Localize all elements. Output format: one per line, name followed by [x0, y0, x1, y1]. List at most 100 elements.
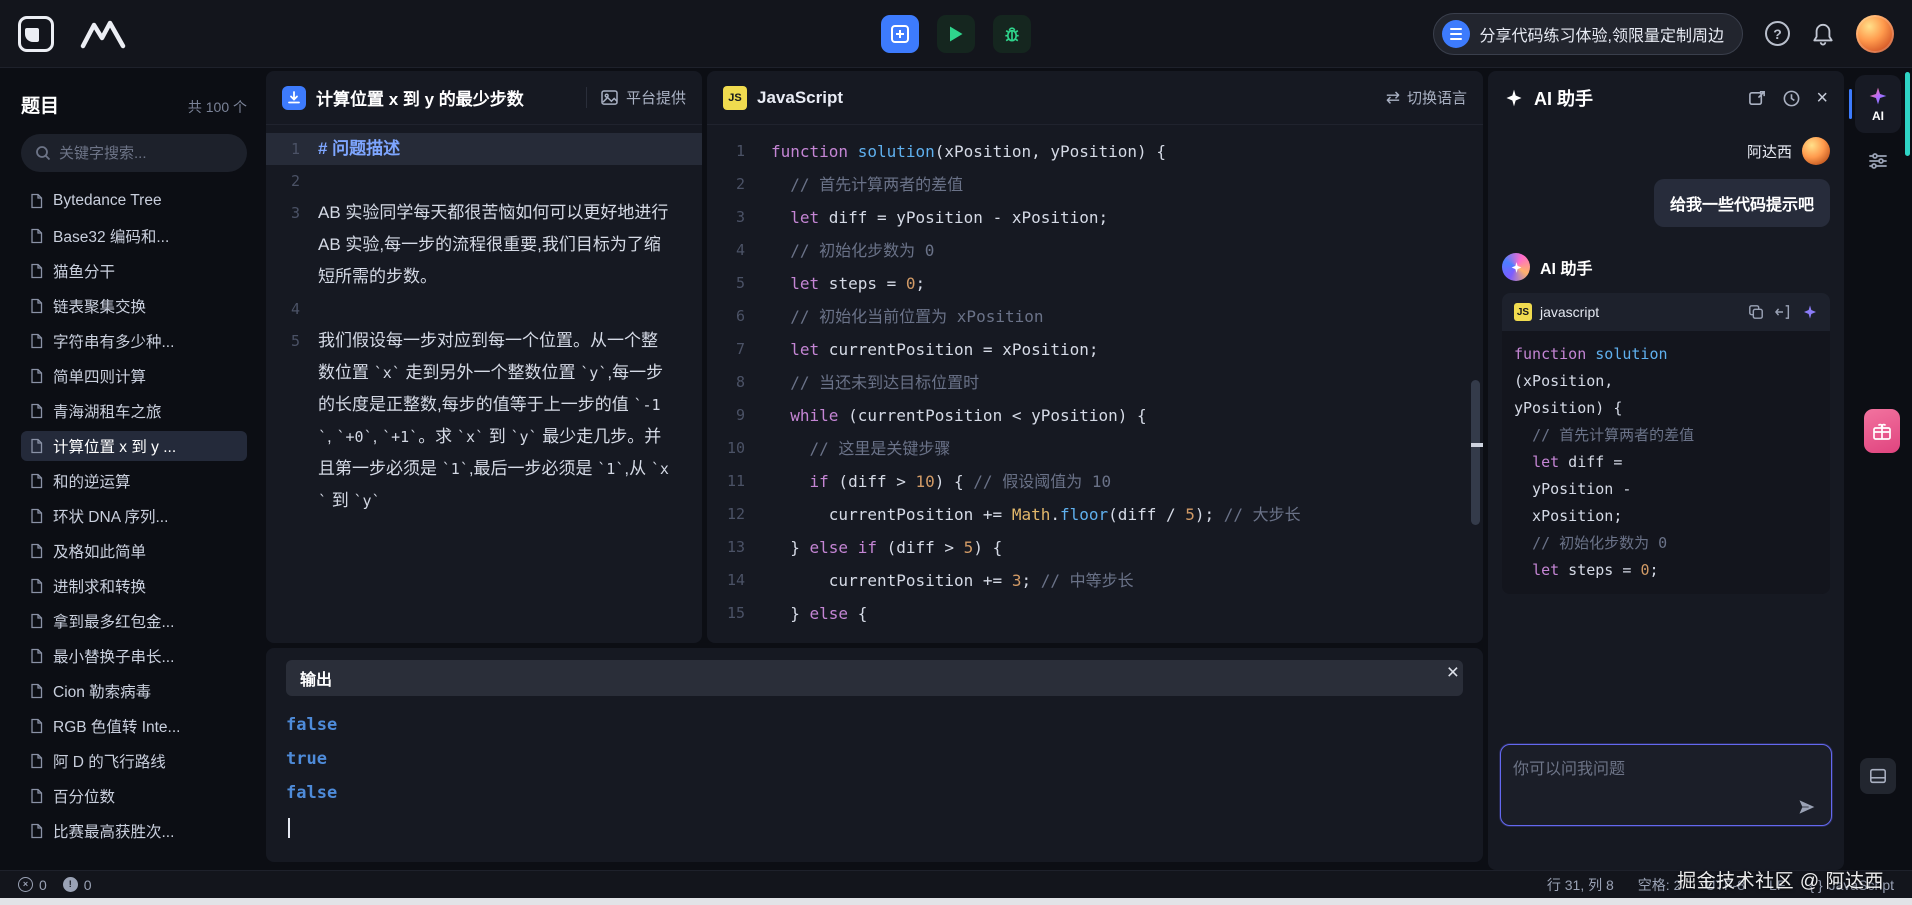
sidebar-item[interactable]: 和的逆运算: [21, 466, 247, 496]
workspace: 计算位置 x 到 y 的最少步数 平台提供 1# 问题描述23AB 实验同学每天…: [266, 71, 1483, 870]
export-chat-icon[interactable]: [1748, 89, 1767, 108]
send-icon[interactable]: [1797, 797, 1817, 817]
switch-language-button[interactable]: ⇄ 切换语言: [1386, 87, 1467, 108]
sparkle-icon: [1504, 88, 1524, 108]
indent-setting[interactable]: 空格: 2: [1638, 875, 1682, 895]
javascript-badge-icon: JS: [723, 86, 747, 110]
sidebar-title: 题目: [21, 91, 59, 118]
search-box[interactable]: [21, 134, 247, 172]
error-circle-icon: ×: [18, 877, 33, 892]
sidebar-item[interactable]: 百分位数: [21, 781, 247, 811]
ai-code-block: JS javascript function solut: [1502, 293, 1830, 594]
sidebar-item[interactable]: 比赛最高获胜次...: [21, 816, 247, 846]
sidebar-item[interactable]: 拿到最多红包金...: [21, 606, 247, 636]
sidebar-item[interactable]: 字符串有多少种...: [21, 326, 247, 356]
settings-sliders-icon[interactable]: [1868, 151, 1888, 171]
search-input[interactable]: [59, 145, 233, 162]
code-line: 13 } else if (diff > 5) {: [707, 531, 1483, 564]
ai-close-icon[interactable]: ×: [1816, 88, 1828, 108]
output-cursor: [288, 818, 290, 838]
ai-question-input[interactable]: [1513, 755, 1819, 801]
help-button[interactable]: ?: [1765, 21, 1790, 46]
problem-title: 计算位置 x 到 y 的最少步数: [316, 85, 576, 110]
code-line: 2 // 首先计算两者的差值: [707, 168, 1483, 201]
problems-warnings[interactable]: ! 0: [63, 877, 92, 893]
debug-button[interactable]: [993, 15, 1031, 53]
output-close-icon[interactable]: ×: [1447, 662, 1459, 683]
question-icon: ?: [1773, 26, 1782, 42]
sidebar-item[interactable]: RGB 色值转 Inte...: [21, 711, 247, 741]
ai-code-lines: function solution(xPosition,yPosition) {…: [1502, 331, 1830, 594]
file-icon: [29, 613, 44, 629]
share-banner[interactable]: 分享代码练习体验,领限量定制周边: [1433, 13, 1743, 55]
plus-square-icon: [890, 24, 910, 44]
file-icon: [29, 333, 44, 349]
sidebar-item[interactable]: 简单四则计算: [21, 361, 247, 391]
sidebar-item[interactable]: 链表聚集交换: [21, 291, 247, 321]
sidebar-item-label: 进制求和转换: [53, 575, 146, 597]
sidebar-item[interactable]: 猫鱼分干: [21, 256, 247, 286]
magic-apply-icon[interactable]: [1802, 304, 1818, 320]
status-bar: × 0 ! 0 行 31, 列 8 空格: 2 UTF-8 LF { } Jav…: [0, 870, 1912, 898]
edge-scroll-indicator: [1905, 72, 1910, 156]
sidebar-item-label: 百分位数: [53, 785, 115, 807]
editor-header: JS JavaScript ⇄ 切换语言: [707, 71, 1483, 125]
sidebar-item[interactable]: 进制求和转换: [21, 571, 247, 601]
warning-circle-icon: !: [63, 877, 78, 892]
user-name: 阿达西: [1747, 141, 1792, 162]
ai-input-box[interactable]: [1500, 744, 1832, 826]
history-icon[interactable]: [1782, 89, 1801, 108]
promo-gift-badge[interactable]: [1864, 409, 1900, 453]
mountain-logo-icon[interactable]: [80, 19, 126, 49]
file-icon: [29, 543, 44, 559]
output-tab[interactable]: 输出: [286, 660, 1463, 696]
notifications-button[interactable]: [1812, 22, 1834, 46]
new-file-button[interactable]: [881, 15, 919, 53]
run-button[interactable]: [937, 15, 975, 53]
rail-ai-tab[interactable]: AI: [1855, 75, 1901, 133]
panel-toggle-icon[interactable]: [1860, 758, 1896, 794]
output-line: false: [286, 708, 1463, 742]
search-icon: [35, 145, 51, 161]
problem-line: 5我们假设每一步对应到每一个位置。从一个整数位置 `x` 走到另外一个整数位置 …: [266, 325, 702, 517]
assistant-name: AI 助手: [1540, 255, 1592, 279]
ai-gradient-icon: [1868, 86, 1888, 106]
problems-sidebar: 题目 共 100 个 Bytedance TreeBase32 编码和...猫鱼…: [3, 71, 261, 870]
sidebar-item[interactable]: Base32 编码和...: [21, 221, 247, 251]
sidebar-item[interactable]: Cion 勒索病毒: [21, 676, 247, 706]
bell-icon: [1812, 22, 1834, 46]
ai-code-line: let diff =: [1514, 449, 1818, 476]
code-line: 14 currentPosition += 3; // 中等步长: [707, 564, 1483, 597]
cursor-position[interactable]: 行 31, 列 8: [1547, 875, 1614, 895]
banner-doc-icon: [1442, 20, 1470, 48]
app-logo-icon[interactable]: [18, 16, 54, 52]
sidebar-item-label: 字符串有多少种...: [53, 330, 174, 352]
editor-scrollbar[interactable]: [1471, 380, 1480, 525]
sidebar-item[interactable]: Bytedance Tree: [21, 186, 247, 216]
code-line: 4 // 初始化步数为 0: [707, 234, 1483, 267]
ai-header: AI 助手 ×: [1488, 71, 1844, 125]
sidebar-item[interactable]: 阿 D 的飞行路线: [21, 746, 247, 776]
sidebar-item[interactable]: 及格如此简单: [21, 536, 247, 566]
file-icon: [29, 683, 44, 699]
problem-description[interactable]: 1# 问题描述23AB 实验同学每天都很苦恼如何可以更好地进行 AB 实验,每一…: [266, 125, 702, 643]
ai-code-line: // 首先计算两者的差值: [1514, 422, 1818, 449]
ai-code-line: xPosition;: [1514, 503, 1818, 530]
copy-code-icon[interactable]: [1748, 304, 1764, 320]
sidebar-item[interactable]: 计算位置 x 到 y ...: [21, 431, 247, 461]
right-rail: AI: [1849, 71, 1907, 870]
file-icon: [29, 438, 44, 454]
code-editor[interactable]: 1function solution(xPosition, yPosition)…: [707, 125, 1483, 643]
sidebar-item[interactable]: 青海湖租车之旅: [21, 396, 247, 426]
problem-provider: 平台提供: [586, 87, 686, 108]
insert-code-icon[interactable]: [1775, 304, 1791, 320]
sidebar-item[interactable]: 环状 DNA 序列...: [21, 501, 247, 531]
problems-errors[interactable]: × 0: [18, 877, 47, 893]
sidebar-item[interactable]: 最小替换子串长...: [21, 641, 247, 671]
file-icon: [29, 263, 44, 279]
problem-line: 2: [266, 165, 702, 197]
code-line: 11 if (diff > 10) { // 假设阈值为 10: [707, 465, 1483, 498]
output-lines: falsetruefalse: [286, 708, 1463, 810]
top-bar: 分享代码练习体验,领限量定制周边 ?: [0, 0, 1912, 68]
user-avatar[interactable]: [1856, 15, 1894, 53]
